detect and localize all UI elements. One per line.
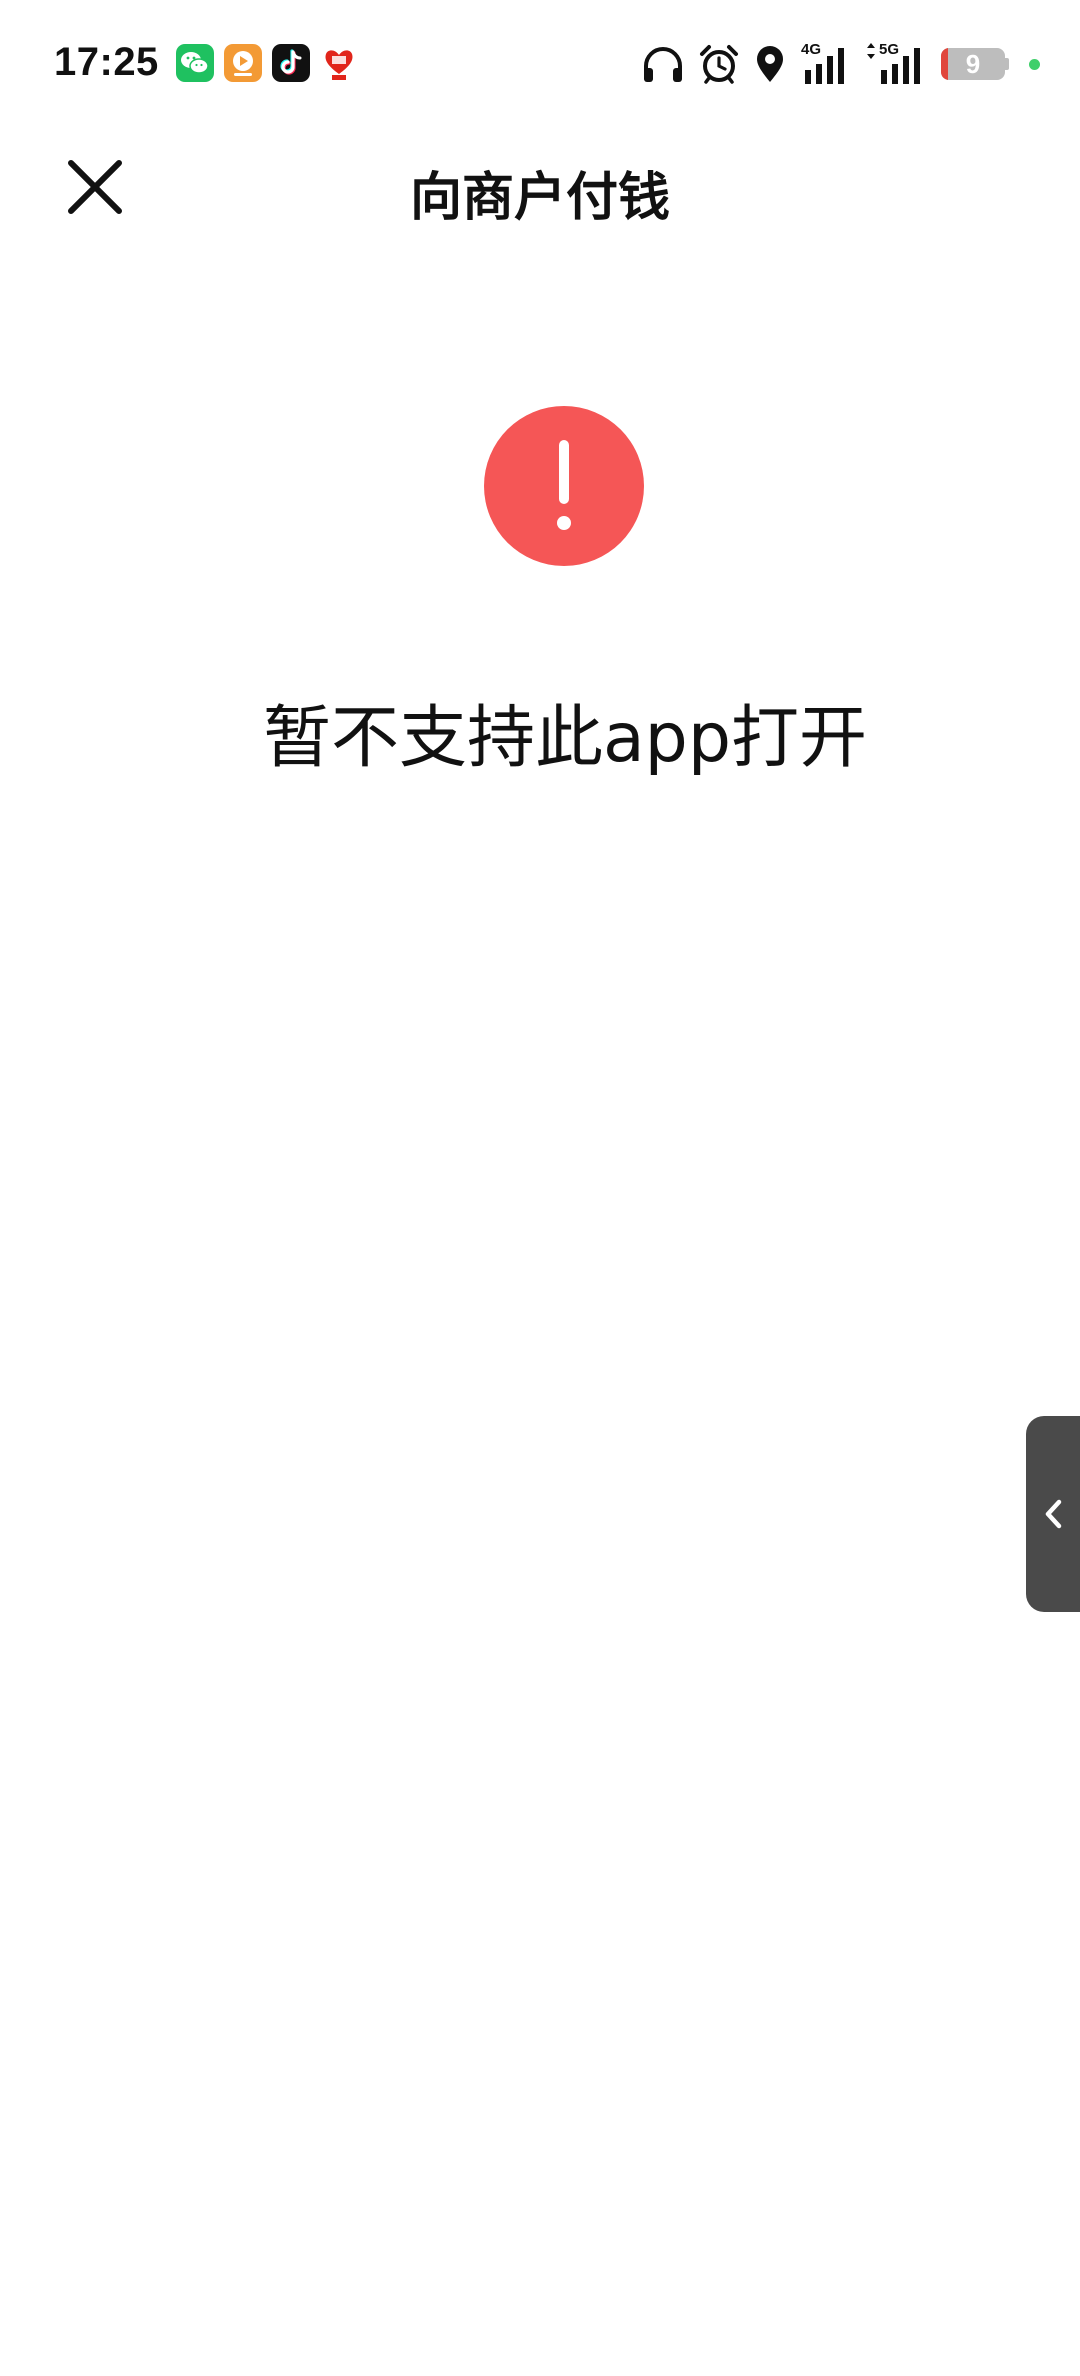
battery-low-indicator xyxy=(941,48,948,80)
battery-icon: 9 xyxy=(941,48,1009,80)
headphones-icon xyxy=(641,44,685,84)
screen: 17:25 4G 5G 9 向商户付钱 暂不支持此app打开 xyxy=(0,0,1080,2376)
side-panel-handle[interactable] xyxy=(1026,1416,1080,1612)
header: 向商户付钱 xyxy=(0,130,1080,250)
signal-4g-icon: 4G xyxy=(801,42,851,86)
tiktok-icon xyxy=(272,44,310,82)
battery-body: 9 xyxy=(941,48,1005,80)
location-icon xyxy=(753,44,787,84)
status-time: 17:25 xyxy=(54,40,159,84)
page-title: 向商户付钱 xyxy=(409,168,670,228)
shopping-618-icon xyxy=(320,44,358,82)
exclamation-bar xyxy=(559,440,569,504)
status-bar: 17:25 4G 5G 9 xyxy=(0,0,1080,130)
system-icons: 4G 5G 9 xyxy=(641,42,1040,86)
privacy-indicator-dot xyxy=(1029,58,1040,70)
video-app-icon xyxy=(224,44,262,82)
wechat-icon xyxy=(176,44,214,82)
chevron-left-icon xyxy=(1045,1499,1062,1529)
battery-tip xyxy=(1005,58,1009,70)
signal-5g-icon: 5G xyxy=(865,42,927,86)
battery-level: 9 xyxy=(965,48,981,79)
alarm-icon xyxy=(699,44,739,84)
error-message: 暂不支持此app打开 xyxy=(263,699,867,778)
exclamation-icon xyxy=(484,406,644,566)
notification-icons xyxy=(176,44,358,84)
exclamation-dot xyxy=(557,516,571,530)
